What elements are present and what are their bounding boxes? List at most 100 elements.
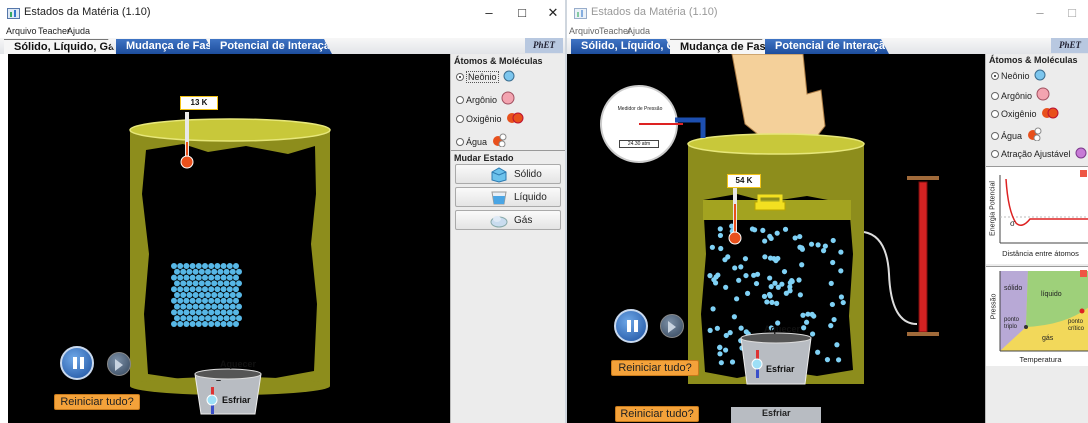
menu-arquivo[interactable]: Arquivo [569,26,600,36]
ice-cube-icon [491,167,507,183]
particle [797,233,803,240]
particle [211,292,218,298]
particle [229,268,236,275]
particle [174,315,180,322]
bucket-top [740,332,812,344]
particle [186,268,193,275]
pause-button[interactable] [614,309,648,343]
pause-button[interactable] [60,346,94,380]
particle [709,244,715,250]
radio-oxygen[interactable]: Oxigênio [991,107,1059,119]
particle [233,309,239,316]
particle [822,243,828,249]
particle [767,233,773,240]
particle [183,263,190,269]
particle [718,360,724,366]
gas-button[interactable]: Gás [455,210,561,230]
radio-water[interactable]: Água [456,133,507,147]
radio-dot[interactable] [456,138,464,146]
neon-atom-icon [1034,69,1046,81]
minimize-button[interactable]: – [480,4,498,22]
radio-dot[interactable] [991,110,999,118]
phet-logo[interactable]: PhET [1051,38,1088,53]
radio-dot[interactable] [991,72,999,80]
radio-dot[interactable] [991,150,999,158]
particle [725,254,731,260]
bicycle-pump[interactable] [918,181,928,333]
tab-solid-liquid-gas[interactable]: Sólido, Líquido, Gás [571,39,674,54]
radio-neon[interactable]: Neônio [991,69,1046,81]
particle [769,299,775,305]
bucket-top [194,368,262,380]
menu-ajuda[interactable]: Ajuda [627,26,650,36]
particle [732,265,738,271]
particle [205,303,211,310]
particle [233,321,239,327]
tab-bar: Sólido, Líquido, Gás Mudança de Fase Pot… [567,38,1088,54]
particle [743,272,749,279]
particle [214,263,221,269]
radio-label: Neônio [1001,71,1030,81]
particle [183,297,190,304]
tab-interaction-potential[interactable]: Potencial de Interação [210,39,332,54]
particle [743,329,749,335]
particle [205,292,211,298]
pump-handle[interactable] [907,176,939,180]
particle [838,249,844,255]
particle [731,314,737,320]
thermometer-mercury [734,204,736,234]
particle [177,321,184,327]
maximize-button[interactable]: □ [513,4,531,22]
container-interior [142,144,317,380]
radio-dot[interactable] [456,96,464,104]
particle [738,264,744,270]
radio-dot[interactable] [456,115,464,123]
radio-dot[interactable] [456,73,464,81]
close-chart-icon[interactable] [1080,170,1087,177]
particle [171,321,177,327]
reset-all-button[interactable]: Reiniciar tudo? [611,360,699,376]
particle [772,280,778,286]
particle [192,292,199,298]
particle [183,321,190,327]
menu-ajuda[interactable]: Ajuda [67,26,90,36]
close-button[interactable]: ✕ [544,4,562,22]
right-window: Estados da Matéria (1.10) – □ Arquivo Te… [567,0,1088,423]
tab-interaction-potential[interactable]: Potencial de Interação [765,39,889,54]
tab-phase-change[interactable]: Mudança de Fase [116,39,214,54]
liquid-label: líquido [1041,291,1062,298]
radio-adjustable-attraction[interactable]: Atração Ajustável [991,147,1087,159]
step-button[interactable] [660,314,684,338]
radio-water[interactable]: Água [991,127,1042,141]
tab-phase-change[interactable]: Mudança de Fase [670,39,770,54]
radio-dot[interactable] [991,132,999,140]
particle [220,286,227,293]
radio-argon[interactable]: Argônio [991,87,1050,101]
particle [796,277,802,283]
menu-teacher[interactable]: Teacher [38,26,70,36]
reset-all-button[interactable]: Reiniciar tudo? [54,394,140,410]
particle [211,303,218,310]
phet-logo[interactable]: PhET [525,38,563,53]
radio-dot[interactable] [991,92,999,100]
particle [233,297,239,304]
particle [220,263,227,269]
close-chart-icon[interactable] [1080,270,1087,277]
step-button[interactable] [107,352,131,376]
bucket-slider-knob[interactable] [751,358,763,370]
maximize-button[interactable]: □ [1063,4,1081,22]
particle [714,325,720,331]
particle [723,284,729,290]
menu-arquivo[interactable]: Arquivo [6,26,37,36]
minimize-button[interactable]: – [1031,4,1049,22]
tab-solid-liquid-gas[interactable]: Sólido, Líquido, Gás [4,39,116,54]
particle [214,321,221,327]
particle [711,277,717,283]
radio-neon[interactable]: Neônio [456,70,515,83]
liquid-button[interactable]: Líquido [455,187,561,207]
particle [762,254,768,260]
radio-oxygen[interactable]: Oxigênio [456,112,524,124]
radio-argon[interactable]: Argônio [456,91,515,105]
solid-button[interactable]: Sólido [455,164,561,184]
bucket-slider-knob[interactable] [206,394,218,406]
